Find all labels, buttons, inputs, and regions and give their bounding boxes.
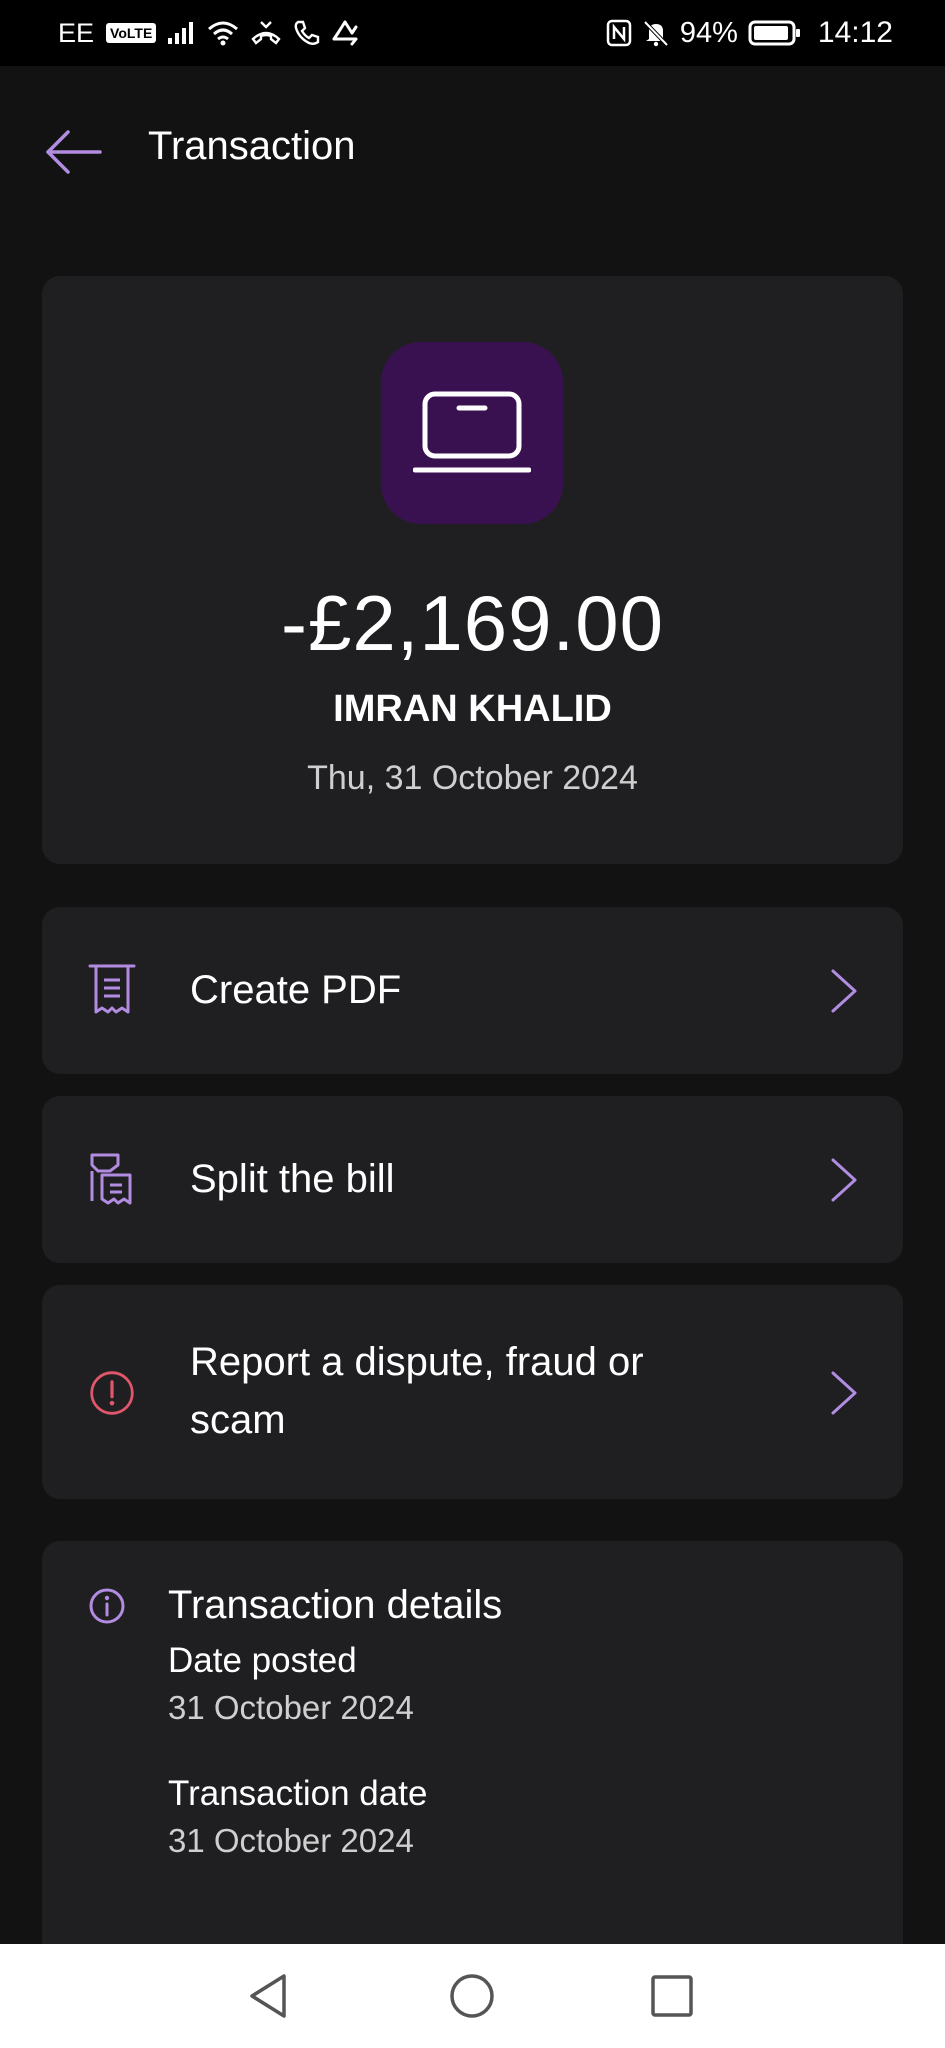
- laptop-icon: [413, 391, 531, 473]
- date-posted-value: 31 October 2024: [168, 1689, 414, 1726]
- system-nav-bar: [0, 1944, 945, 2048]
- carrier-label: EE: [58, 17, 95, 48]
- create-pdf-label: Create PDF: [190, 968, 402, 1012]
- chevron-right-icon: [831, 1371, 857, 1415]
- volte-badge: VoLTE: [106, 23, 157, 43]
- split-bill-button[interactable]: Split the bill: [42, 1096, 903, 1263]
- missed-call-icon: [251, 21, 281, 45]
- screen: EE VoLTE 94% 14:12 Transaction -£2,169.0…: [0, 0, 945, 2048]
- report-dispute-label: Report a dispute, fraud or scam: [190, 1340, 644, 1442]
- transaction-summary-card: -£2,169.00 IMRAN KHALID Thu, 31 October …: [42, 276, 903, 864]
- nav-recents-icon[interactable]: [646, 1970, 698, 2022]
- chevron-right-icon: [831, 969, 857, 1013]
- wifi-icon: [208, 21, 239, 46]
- split-bill-icon: [90, 1153, 132, 1205]
- signal-icon: [168, 22, 194, 44]
- split-bill-label: Split the bill: [190, 1157, 395, 1201]
- receipt-icon: [88, 964, 136, 1014]
- info-icon: [89, 1588, 125, 1624]
- create-pdf-button[interactable]: Create PDF: [42, 907, 903, 1074]
- transaction-date-label: Transaction date: [168, 1774, 428, 1813]
- transaction-date-value: 31 October 2024: [168, 1822, 414, 1859]
- merchant-name: IMRAN KHALID: [333, 688, 612, 730]
- nav-back-icon[interactable]: [244, 1970, 296, 2022]
- details-title: Transaction details: [168, 1583, 503, 1627]
- merchant-category-tile: [381, 342, 563, 524]
- transaction-details-card: Transaction details Date posted 31 Octob…: [42, 1541, 903, 2001]
- back-arrow-icon[interactable]: [44, 122, 104, 182]
- transaction-amount: -£2,169.00: [281, 579, 664, 667]
- page-title: Transaction: [148, 124, 356, 168]
- recycle-icon: [332, 20, 358, 46]
- phone-call-icon: [294, 20, 320, 45]
- status-right: 94% 14:12: [606, 16, 893, 50]
- alert-circle-icon: [90, 1371, 134, 1415]
- nav-home-icon[interactable]: [446, 1970, 498, 2022]
- chevron-right-icon: [831, 1158, 857, 1202]
- report-dispute-button[interactable]: Report a dispute, fraud or scam: [42, 1285, 903, 1499]
- nfc-icon: [606, 19, 632, 47]
- battery-icon: [748, 20, 800, 46]
- date-posted-label: Date posted: [168, 1641, 357, 1680]
- status-bar: EE VoLTE 94% 14:12: [0, 0, 945, 66]
- clock: 14:12: [817, 16, 893, 49]
- app-header: Transaction: [0, 66, 945, 236]
- status-left: EE VoLTE: [58, 18, 360, 49]
- transaction-date: Thu, 31 October 2024: [307, 759, 638, 797]
- bell-muted-icon: [643, 20, 669, 47]
- battery-percent: 94%: [679, 16, 738, 49]
